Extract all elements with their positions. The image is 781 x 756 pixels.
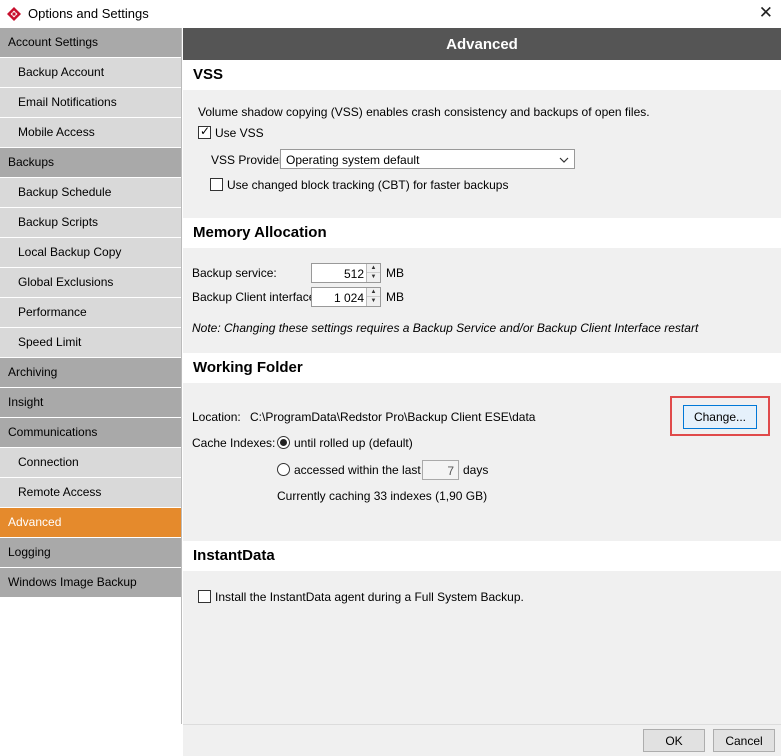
use-vss-label: Use VSS [215,126,264,140]
instantdata-checkbox[interactable] [198,590,211,603]
sidebar-item-communications[interactable]: Communications [0,418,181,447]
content-panel: Advanced VSS Volume shadow copying (VSS)… [183,28,781,724]
title-bar: Options and Settings ✕ [0,0,781,28]
spin-up-icon[interactable]: ▲ [367,288,380,297]
sidebar-item-logging[interactable]: Logging [0,538,181,567]
backup-service-stepper[interactable]: 512 ▲ ▼ [311,263,381,283]
client-interface-unit: MB [386,290,404,304]
sidebar-item-connection[interactable]: Connection [0,448,181,477]
radio-selected-dot [280,439,287,446]
client-interface-spin-buttons: ▲ ▼ [366,288,380,306]
working-folder-section-title: Working Folder [183,353,781,383]
backup-service-unit: MB [386,266,404,280]
cbt-label: Use changed block tracking (CBT) for fas… [227,178,509,192]
memory-note: Note: Changing these settings requires a… [192,321,699,335]
vss-provider-label: VSS Provider: [211,153,287,167]
cancel-button[interactable]: Cancel [713,729,775,752]
rolled-up-radio[interactable] [277,436,290,449]
spin-down-icon[interactable]: ▼ [367,297,380,306]
vss-provider-value: Operating system default [286,153,420,167]
backup-service-value: 512 [343,267,364,281]
instantdata-label: Install the InstantData agent during a F… [215,590,524,604]
client-interface-label: Backup Client interface: [192,290,319,304]
memory-section-title: Memory Allocation [183,218,781,248]
instantdata-section-title: InstantData [183,541,781,571]
location-label: Location: [192,410,241,424]
sidebar-item-backups[interactable]: Backups [0,148,181,177]
ok-button[interactable]: OK [643,729,705,752]
client-interface-value: 1 024 [333,291,364,305]
location-value: C:\ProgramData\Redstor Pro\Backup Client… [250,410,536,424]
sidebar-item-backup-account[interactable]: Backup Account [0,58,181,87]
client-interface-stepper[interactable]: 1 024 ▲ ▼ [311,287,381,307]
cbt-checkbox[interactable] [210,178,223,191]
sidebar-item-speed-limit[interactable]: Speed Limit [0,328,181,357]
vss-provider-select[interactable]: Operating system default [280,149,575,169]
sidebar-item-insight[interactable]: Insight [0,388,181,417]
use-vss-checkbox[interactable]: ✓ [198,124,211,139]
sidebar-item-advanced[interactable]: Advanced [0,508,181,537]
sidebar-item-email-notifications[interactable]: Email Notifications [0,88,181,117]
vss-description: Volume shadow copying (VSS) enables cras… [198,105,650,119]
cache-indexes-label: Cache Indexes: [192,436,276,450]
sidebar-item-mobile-access[interactable]: Mobile Access [0,118,181,147]
sidebar-item-account-settings[interactable]: Account Settings [0,28,181,57]
sidebar: Account Settings Backup Account Email No… [0,28,182,724]
backup-service-label: Backup service: [192,266,277,280]
days-value: 7 [447,464,454,478]
window-title: Options and Settings [28,6,149,21]
sidebar-item-global-exclusions[interactable]: Global Exclusions [0,268,181,297]
dialog-footer: OK Cancel [183,724,781,756]
chevron-down-icon [559,157,569,163]
accessed-within-radio[interactable] [277,463,290,476]
app-logo-icon [7,7,21,21]
days-unit: days [463,463,489,477]
spin-up-icon[interactable]: ▲ [367,264,380,273]
rolled-up-label: until rolled up (default) [294,436,413,450]
spin-down-icon[interactable]: ▼ [367,273,380,282]
sidebar-item-performance[interactable]: Performance [0,298,181,327]
change-location-button[interactable]: Change... [683,405,757,429]
sidebar-item-local-backup-copy[interactable]: Local Backup Copy [0,238,181,267]
page-title: Advanced [183,28,781,61]
sidebar-item-backup-scripts[interactable]: Backup Scripts [0,208,181,237]
sidebar-item-archiving[interactable]: Archiving [0,358,181,387]
sidebar-item-remote-access[interactable]: Remote Access [0,478,181,507]
vss-section-title: VSS [183,60,781,90]
caching-status: Currently caching 33 indexes (1,90 GB) [277,489,488,503]
accessed-within-label: accessed within the last [294,463,421,477]
close-icon[interactable]: ✕ [759,3,773,23]
days-input[interactable]: 7 [422,460,459,480]
checkmark-icon: ✓ [200,124,211,138]
backup-service-spin-buttons: ▲ ▼ [366,264,380,282]
sidebar-item-windows-image-backup[interactable]: Windows Image Backup [0,568,181,597]
sidebar-item-backup-schedule[interactable]: Backup Schedule [0,178,181,207]
